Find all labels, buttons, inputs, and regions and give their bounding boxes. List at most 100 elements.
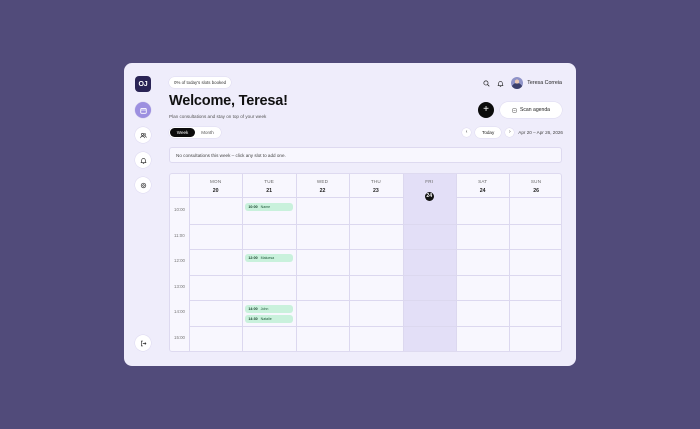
calendar-slot[interactable]: [403, 224, 456, 250]
notification-bell-icon[interactable]: [497, 80, 504, 87]
page-title: Welcome, Teresa!: [169, 93, 288, 109]
day-header-sun: SUN 26: [509, 174, 561, 198]
calendar-event[interactable]: 14:30 Natalie: [245, 315, 293, 324]
time-label: 11:00: [174, 232, 185, 238]
today-button[interactable]: Today: [475, 127, 502, 138]
calendar-slot[interactable]: [349, 249, 402, 275]
calendar-slot[interactable]: [403, 275, 456, 301]
day-header-mon: MON 20: [189, 174, 242, 198]
calendar-slot[interactable]: [242, 275, 295, 301]
calendar-slot[interactable]: [456, 224, 509, 250]
day-name: SUN: [530, 179, 542, 184]
event-label: Natalie: [260, 317, 272, 322]
day-header-tue: TUE 21: [242, 174, 295, 198]
time-label: 12:00: [174, 258, 185, 264]
calendar-slot[interactable]: [189, 275, 242, 301]
calendar-slot[interactable]: [296, 326, 349, 351]
calendar-slot[interactable]: [242, 224, 295, 250]
calendar-slot[interactable]: [189, 326, 242, 351]
nav-users-button[interactable]: [135, 127, 151, 143]
event-label: Maluesa: [260, 256, 275, 261]
calendar-slot[interactable]: [296, 275, 349, 301]
calendar-slot[interactable]: [509, 275, 561, 301]
day-number: 24: [479, 188, 486, 194]
week-calendar: MON 20 TUE 21 WED 22 THU 23 FRI 24 SAT 24 SUN 26 10:00…: [169, 173, 562, 352]
search-icon[interactable]: [483, 79, 490, 87]
day-number: 21: [266, 188, 272, 194]
date-navigation: ‹ Today › Apr 20 – Apr 26, 2026: [462, 127, 563, 138]
day-name: WED: [316, 179, 329, 184]
calendar-slot[interactable]: [403, 249, 456, 275]
time-label: 10:00: [174, 207, 185, 212]
calendar-slot[interactable]: [349, 224, 402, 250]
time-label: 13:00: [174, 283, 185, 289]
calendar-slot[interactable]: [456, 275, 509, 301]
date-range-label: Apr 20 – Apr 26, 2026: [518, 130, 563, 135]
nav-settings-button[interactable]: [135, 177, 151, 193]
calendar-slot[interactable]: [403, 300, 456, 326]
calendar-slot[interactable]: [189, 198, 242, 224]
calendar-slot[interactable]: [189, 224, 242, 250]
day-number: 23: [372, 188, 379, 194]
calendar-slot[interactable]: [349, 300, 402, 326]
scan-agenda-button[interactable]: Scan agenda: [500, 102, 562, 118]
user-name[interactable]: Teresa Correia: [527, 80, 562, 86]
calendar-slot[interactable]: [456, 249, 509, 275]
event-label: Name: [260, 205, 271, 209]
calendar-slot[interactable]: [403, 326, 456, 351]
calendar-slot[interactable]: [509, 224, 561, 250]
calendar-slot[interactable]: [349, 326, 402, 351]
calendar-slot[interactable]: [296, 249, 349, 275]
next-week-button[interactable]: ›: [505, 128, 515, 137]
calendar-slot[interactable]: [189, 249, 242, 275]
event-time: 14:00: [248, 307, 258, 312]
calendar-slot[interactable]: [456, 300, 509, 326]
week-view-button[interactable]: Week: [170, 128, 195, 137]
nav-notifications-button[interactable]: [135, 152, 151, 168]
view-toggle: Week Month: [169, 127, 221, 138]
scan-icon: [512, 107, 517, 113]
calendar-slot[interactable]: [509, 326, 561, 351]
settings-icon: [140, 182, 146, 188]
prev-week-button[interactable]: ‹: [462, 128, 472, 137]
calendar-slot[interactable]: [509, 198, 561, 224]
calendar-slot[interactable]: [403, 198, 456, 224]
month-view-button[interactable]: Month: [195, 128, 220, 137]
day-header-thu: THU 23: [349, 174, 402, 198]
calendar-slot[interactable]: [242, 326, 295, 351]
calendar-slot[interactable]: [349, 198, 402, 224]
event-time: 10:00: [248, 205, 258, 209]
calendar-slot[interactable]: [509, 249, 561, 275]
booked-slots-badge: 0% of today's slots booked: [169, 77, 232, 88]
time-label: 15:00: [174, 335, 185, 340]
time-label: 14:00: [174, 309, 185, 315]
day-header-sat: SAT 24: [456, 174, 509, 198]
calendar-slot[interactable]: [349, 275, 402, 301]
logout-button[interactable]: [135, 335, 151, 351]
calendar-slot[interactable]: [296, 224, 349, 250]
users-icon: [139, 132, 147, 138]
calendar-slot[interactable]: [296, 300, 349, 326]
calendar-slot[interactable]: [296, 198, 349, 224]
event-time: 14:30: [248, 317, 258, 322]
day-number: 20: [212, 188, 219, 194]
sidebar: OJ: [124, 63, 162, 366]
day-number: 26: [533, 188, 539, 194]
day-name: THU: [370, 179, 381, 184]
top-bar-actions: Teresa Correia: [483, 76, 562, 90]
calendar-slot[interactable]: [509, 300, 561, 326]
user-avatar[interactable]: [511, 77, 524, 89]
event-time: 12:00: [248, 256, 258, 261]
add-consultation-button[interactable]: +: [478, 102, 494, 118]
day-header-wed: WED 22: [296, 174, 349, 198]
page-subtitle: Plan consultations and stay on top of yo…: [169, 114, 267, 119]
nav-calendar-button[interactable]: [135, 102, 151, 118]
calendar-event[interactable]: 10:00 Name: [245, 203, 293, 211]
calendar-slot[interactable]: [456, 326, 509, 351]
calendar-event[interactable]: 12:00 Maluesa: [245, 254, 293, 263]
calendar-slot[interactable]: [456, 198, 509, 224]
calendar-event[interactable]: 14:00 John: [245, 305, 293, 314]
calendar-slot[interactable]: [189, 300, 242, 326]
day-name: MON: [210, 179, 222, 184]
day-name: TUE: [264, 179, 274, 184]
